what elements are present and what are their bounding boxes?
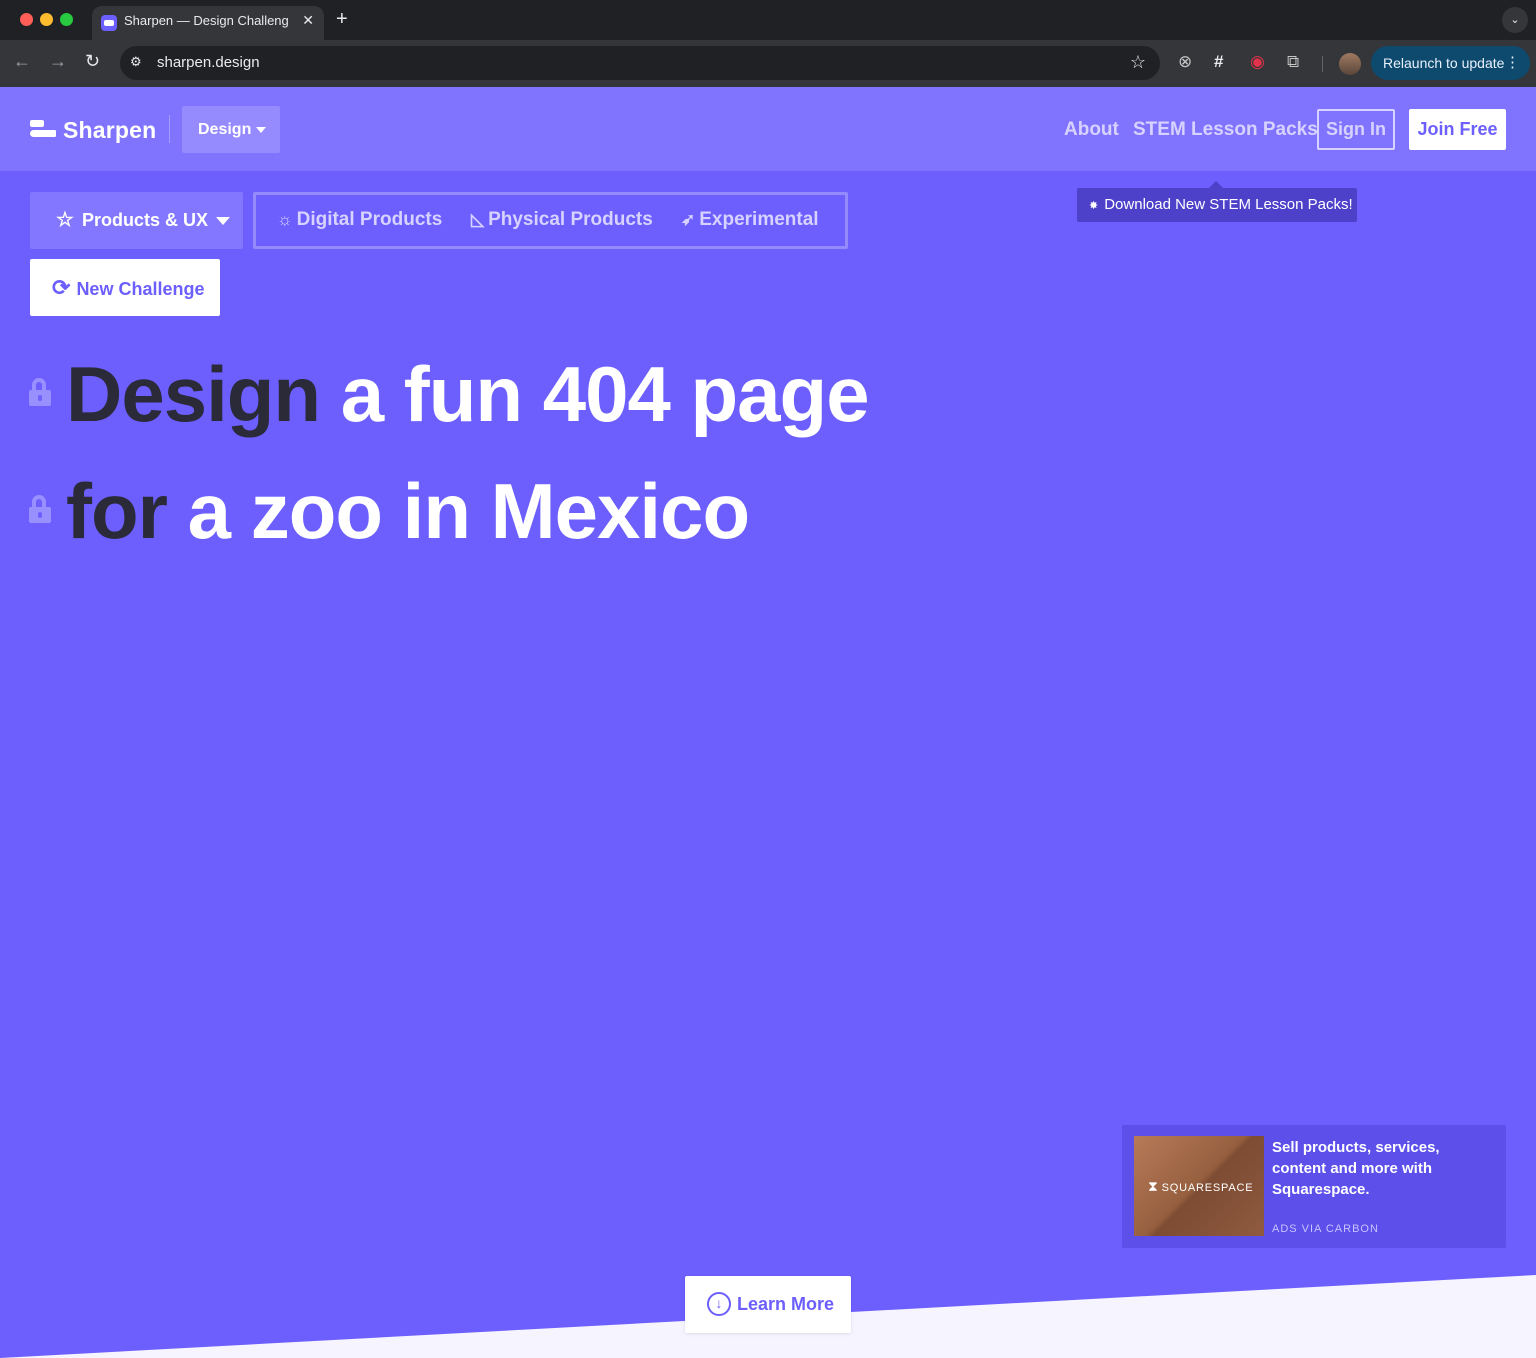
logo-divider (169, 115, 170, 143)
site-info-icon[interactable]: ⚙ (130, 54, 142, 70)
browser-tab[interactable]: Sharpen — Design Challenge ✕ (92, 6, 324, 40)
new-challenge-button[interactable]: ⟳ New Challenge (30, 259, 220, 316)
stem-download-tooltip[interactable]: ✸ Download New STEM Lesson Packs! (1077, 181, 1357, 222)
design-dropdown-button[interactable]: Design (182, 106, 280, 153)
address-bar[interactable]: ⚙ sharpen.design ☆ (120, 46, 1160, 80)
products-ux-label: Products & UX (81, 210, 208, 230)
challenge-headline-line-1: Design a fun 404 page (28, 349, 870, 440)
caret-down-icon (256, 126, 267, 133)
arrow-down-circle-icon: ↓ (707, 1291, 731, 1316)
bookmark-star-icon[interactable]: ☆ (1130, 52, 1146, 73)
ad-image[interactable]: ⧗ SQUARESPACE (1134, 1136, 1264, 1236)
browser-toolbar: ← → ↻ ⚙ sharpen.design ☆ ⊗ # ◉ ⧉ Relaunc… (0, 40, 1536, 87)
challenge-headline-line-2: for a zoo in Mexico (28, 466, 750, 557)
digital-products-label: Digital Products (296, 209, 443, 230)
join-free-button[interactable]: Join Free (1409, 109, 1506, 150)
toolbar-divider (1322, 56, 1323, 72)
challenge-preposition: for (66, 467, 168, 555)
ad-text[interactable]: Sell products, services, content and mor… (1272, 1137, 1494, 1200)
extensions-puzzle-icon[interactable]: ⧉ (1287, 52, 1299, 72)
experimental-filter[interactable]: ➶ Experimental (681, 209, 819, 231)
refresh-icon: ⟳ (52, 275, 71, 300)
sharpen-logo[interactable]: Sharpen (30, 117, 156, 143)
logo-text: Sharpen (63, 116, 157, 143)
lightbulb-icon: ☼ (277, 210, 293, 229)
challenge-verb: Design (66, 350, 321, 438)
page: Sharpen Design About STEM Lesson Packs S… (0, 87, 1536, 1358)
digital-products-filter[interactable]: ☼ Digital Products (277, 209, 442, 231)
squarespace-mark-icon: ⧗ (1148, 1178, 1159, 1194)
caret-down-icon (215, 217, 230, 226)
minimize-window-button[interactable] (40, 13, 53, 26)
sign-in-button[interactable]: Sign In (1317, 109, 1395, 150)
challenge-client: a zoo in Mexico (187, 467, 750, 555)
relaunch-label: Relaunch to update (1383, 55, 1505, 71)
forward-arrow-icon[interactable]: → (49, 51, 67, 72)
category-filter-group: ☼ Digital Products ◺ Physical Products ➶ Ex… (253, 192, 848, 249)
physical-products-label: Physical Products (488, 209, 653, 230)
extension-circle-icon[interactable]: ⊗ (1178, 52, 1192, 72)
unlocked-padlock-icon[interactable] (28, 495, 52, 524)
burst-icon: ✸ (1089, 200, 1099, 212)
tab-search-icon[interactable]: ⌄ (1502, 7, 1528, 33)
challenge-subject: a fun 404 page (340, 350, 870, 438)
sharpen-logo-icon (30, 120, 56, 140)
maximize-window-button[interactable] (60, 13, 73, 26)
learn-more-label: Learn More (737, 1294, 835, 1314)
new-challenge-label: New Challenge (76, 279, 205, 299)
set-square-icon: ◺ (471, 210, 485, 229)
nav-stem-lesson-packs-link[interactable]: STEM Lesson Packs (1133, 119, 1318, 141)
experimental-label: Experimental (699, 209, 819, 230)
tab-close-icon[interactable]: ✕ (302, 12, 314, 29)
star-icon: ☆ (56, 209, 74, 231)
back-arrow-icon[interactable]: ← (13, 51, 31, 72)
extension-record-icon[interactable]: ◉ (1250, 52, 1265, 72)
close-window-button[interactable] (20, 13, 33, 26)
sharpen-favicon-icon (101, 15, 117, 31)
browser-titlebar: Sharpen — Design Challenge ✕ + ⌄ (0, 0, 1536, 40)
design-dropdown-label: Design (198, 121, 252, 138)
relaunch-update-button[interactable]: Relaunch to update ⋮ (1371, 46, 1530, 80)
reload-icon[interactable]: ↻ (85, 51, 100, 72)
tab-title: Sharpen — Design Challenge (124, 13, 288, 28)
products-ux-dropdown-button[interactable]: ☆ Products & UX (30, 192, 243, 249)
unlocked-padlock-icon[interactable] (28, 378, 52, 407)
physical-products-filter[interactable]: ◺ Physical Products (471, 209, 653, 231)
tooltip-text: Download New STEM Lesson Packs! (1104, 196, 1353, 213)
new-tab-button[interactable]: + (336, 8, 348, 31)
learn-more-button[interactable]: ↓ Learn More (685, 1276, 851, 1333)
nav-about-link[interactable]: About (1064, 119, 1119, 141)
profile-avatar[interactable] (1339, 53, 1361, 75)
site-header: Sharpen Design About STEM Lesson Packs S… (0, 87, 1536, 171)
carbon-ad[interactable]: ⧗ SQUARESPACE Sell products, services, co… (1122, 1125, 1506, 1248)
url-text[interactable]: sharpen.design (157, 54, 260, 71)
squarespace-logo: ⧗ SQUARESPACE (1148, 1178, 1254, 1194)
extension-hash-icon[interactable]: # (1214, 52, 1223, 72)
more-menu-icon[interactable]: ⋮ (1505, 46, 1520, 80)
rocket-icon: ➶ (681, 210, 696, 229)
ads-via-carbon-link[interactable]: ADS VIA CARBON (1272, 1223, 1379, 1235)
